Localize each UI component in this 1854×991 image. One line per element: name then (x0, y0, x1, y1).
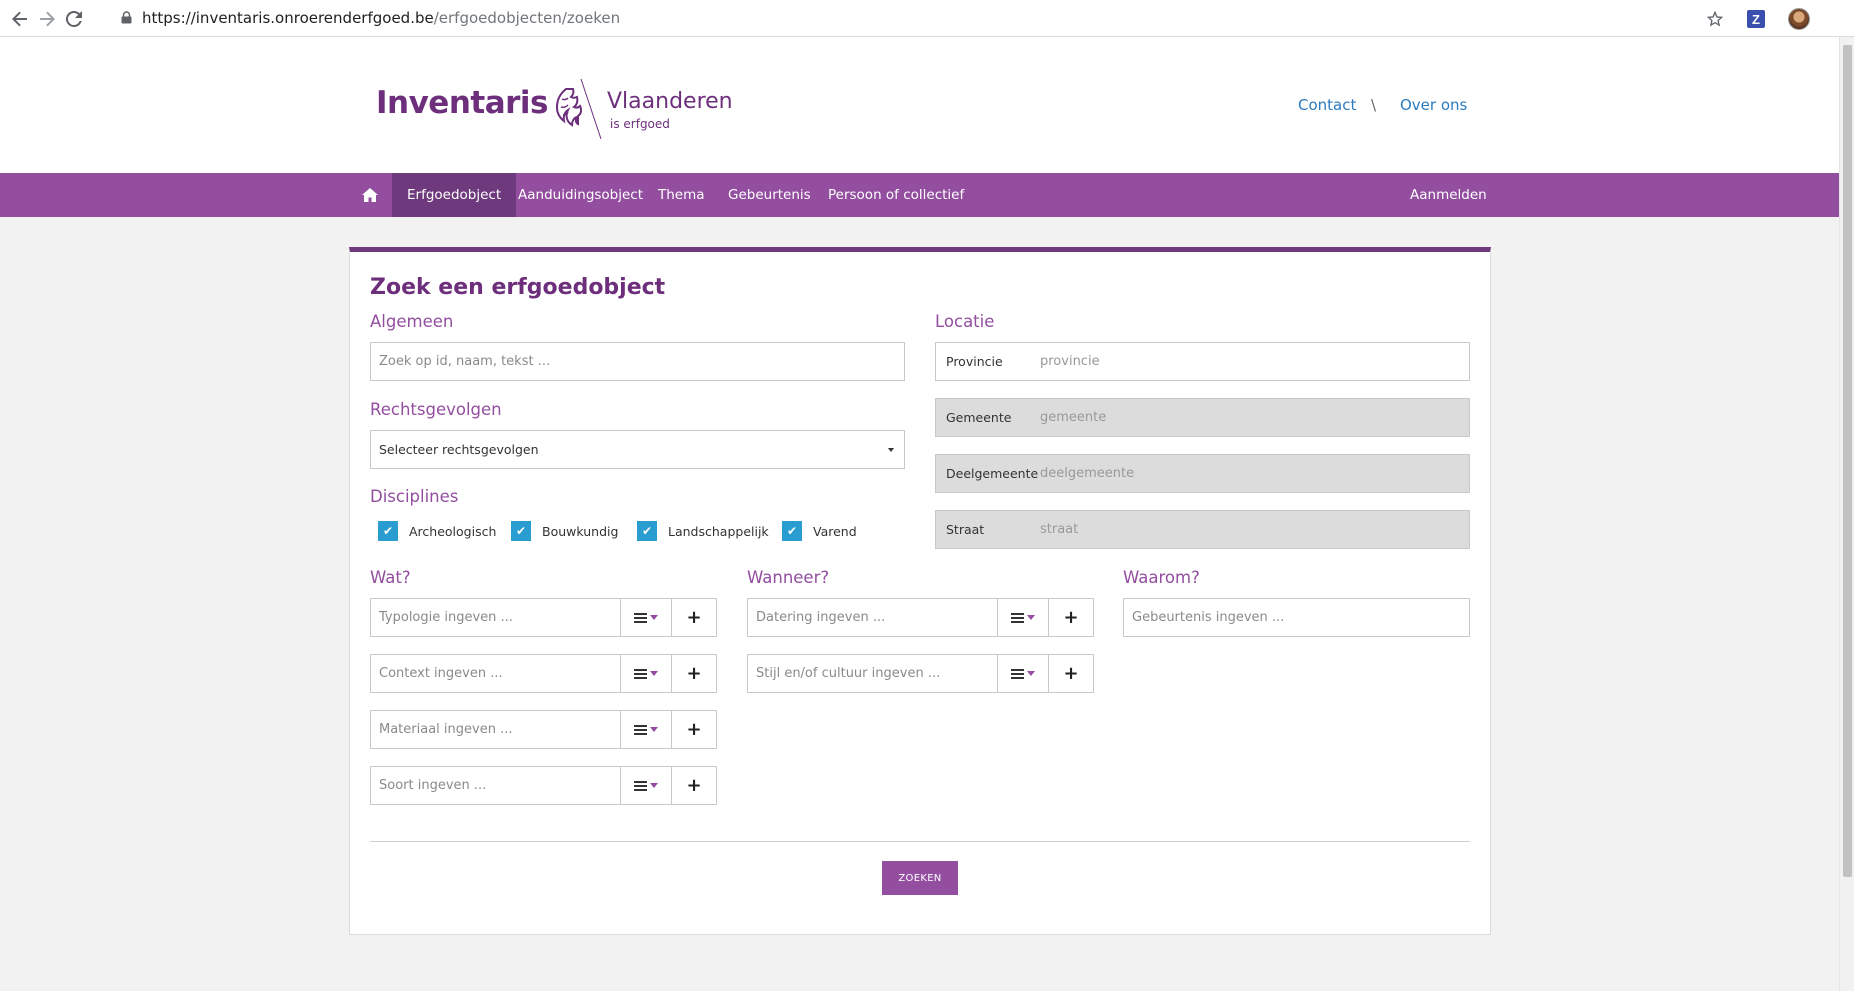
page-scrollbar[interactable] (1839, 37, 1854, 991)
caret-down-icon (650, 615, 658, 620)
checkbox-archeologisch[interactable]: ✔ Archeologisch (378, 521, 496, 541)
bookmark-star-icon[interactable] (1703, 7, 1727, 31)
straat-field: Straat straat (935, 510, 1470, 549)
nav-persoon-of-collectief[interactable]: Persoon of collectief (813, 173, 979, 217)
soort-input[interactable]: Soort ingeven ... (370, 766, 621, 805)
brand-name: Vlaanderen (607, 89, 733, 114)
rechtsgevolgen-selected-value: Selecteer rechtsgevolgen (379, 442, 539, 457)
wanneer-label: Wanneer? (747, 568, 830, 587)
rechtsgevolgen-select[interactable]: Selecteer rechtsgevolgen (370, 430, 905, 469)
stijl-input[interactable]: Stijl en/of cultuur ingeven ... (747, 654, 998, 693)
provincie-label: Provincie (946, 354, 1003, 369)
straat-label: Straat (946, 522, 985, 537)
caret-down-icon (1027, 671, 1035, 676)
link-separator: \ (1371, 96, 1377, 114)
checkbox-landschappelijk[interactable]: ✔ Landschappelijk (637, 521, 769, 541)
stijl-menu-button[interactable] (998, 654, 1049, 693)
lock-icon (121, 11, 132, 24)
nav-aanduidingsobject[interactable]: Aanduidingsobject (503, 173, 658, 217)
provincie-placeholder: provincie (1040, 354, 1100, 369)
back-icon[interactable] (8, 7, 32, 31)
scrollbar-thumb[interactable] (1843, 45, 1852, 877)
profile-avatar[interactable] (1787, 7, 1811, 31)
checkmark-icon: ✔ (637, 521, 657, 541)
checkbox-bouwkundig[interactable]: ✔ Bouwkundig (511, 521, 618, 541)
caret-down-icon (650, 671, 658, 676)
provincie-field[interactable]: Provincie provincie (935, 342, 1470, 381)
gemeente-field: Gemeente gemeente (935, 398, 1470, 437)
context-add-button[interactable]: + (672, 654, 717, 693)
locatie-label: Locatie (935, 312, 995, 331)
caret-down-icon (650, 727, 658, 732)
vlaanderen-lion-logo-icon (555, 78, 602, 140)
list-icon (634, 780, 647, 791)
materiaal-add-button[interactable]: + (672, 710, 717, 749)
gebeurtenis-input[interactable]: Gebeurtenis ingeven ... (1123, 598, 1470, 637)
straat-placeholder: straat (1040, 522, 1079, 537)
wat-label: Wat? (370, 568, 411, 587)
main-navigation: Erfgoedobject Aanduidingsobject Thema Ge… (0, 173, 1839, 217)
browser-toolbar: https://inventaris.onroerenderfgoed.be/e… (0, 0, 1854, 37)
deelgemeente-field: Deelgemeente deelgemeente (935, 454, 1470, 493)
materiaal-menu-button[interactable] (621, 710, 672, 749)
nav-erfgoedobject[interactable]: Erfgoedobject (392, 173, 517, 217)
stijl-add-button[interactable]: + (1049, 654, 1094, 693)
login-link[interactable]: Aanmelden (1395, 173, 1502, 217)
checkmark-icon: ✔ (782, 521, 802, 541)
rechtsgevolgen-label: Rechtsgevolgen (370, 400, 502, 419)
zoeken-button[interactable]: ZOEKEN (882, 861, 958, 895)
datering-menu-button[interactable] (998, 598, 1049, 637)
list-icon (634, 612, 647, 623)
caret-down-icon (1027, 615, 1035, 620)
checkbox-label: Bouwkundig (542, 523, 619, 539)
waarom-label: Waarom? (1123, 568, 1200, 587)
typologie-input[interactable]: Typologie ingeven ... (370, 598, 621, 637)
reload-icon[interactable] (62, 7, 86, 31)
checkbox-varend[interactable]: ✔ Varend (782, 521, 857, 541)
list-icon (634, 724, 647, 735)
materiaal-input[interactable]: Materiaal ingeven ... (370, 710, 621, 749)
url-path: /erfgoedobjecten/zoeken (433, 9, 621, 27)
nav-thema[interactable]: Thema (643, 173, 720, 217)
datering-add-button[interactable]: + (1049, 598, 1094, 637)
checkbox-label: Landschappelijk (668, 523, 769, 539)
soort-menu-button[interactable] (621, 766, 672, 805)
typologie-add-button[interactable]: + (672, 598, 717, 637)
general-search-input[interactable]: Zoek op id, naam, tekst ... (370, 342, 905, 381)
soort-add-button[interactable]: + (672, 766, 717, 805)
caret-down-icon (650, 783, 658, 788)
checkmark-icon: ✔ (511, 521, 531, 541)
list-icon (1011, 612, 1024, 623)
form-divider (370, 841, 1470, 842)
home-icon[interactable] (362, 187, 378, 203)
gemeente-label: Gemeente (946, 410, 1012, 425)
typologie-menu-button[interactable] (621, 598, 672, 637)
address-bar[interactable]: https://inventaris.onroerenderfgoed.be/e… (142, 9, 620, 27)
list-icon (1011, 668, 1024, 679)
forward-icon[interactable] (35, 7, 59, 31)
site-header: Inventaris Vlaanderen is erfgoed Contact… (0, 37, 1839, 173)
list-icon (634, 668, 647, 679)
deelgemeente-placeholder: deelgemeente (1040, 466, 1135, 481)
site-title[interactable]: Inventaris (376, 85, 549, 121)
nav-gebeurtenis[interactable]: Gebeurtenis (713, 173, 826, 217)
over-ons-link[interactable]: Over ons (1400, 96, 1467, 114)
dropdown-caret-icon (888, 448, 894, 452)
datering-input[interactable]: Datering ingeven ... (747, 598, 998, 637)
context-menu-button[interactable] (621, 654, 672, 693)
brand-tagline: is erfgoed (610, 117, 670, 131)
page-title: Zoek een erfgoedobject (370, 275, 666, 300)
checkbox-label: Archeologisch (409, 523, 497, 539)
disciplines-label: Disciplines (370, 487, 459, 506)
extension-z-icon[interactable]: Z (1744, 7, 1768, 31)
context-input[interactable]: Context ingeven ... (370, 654, 621, 693)
checkbox-label: Varend (813, 523, 857, 539)
contact-link[interactable]: Contact (1298, 96, 1356, 114)
algemeen-label: Algemeen (370, 312, 454, 331)
deelgemeente-label: Deelgemeente (946, 466, 1039, 481)
checkmark-icon: ✔ (378, 521, 398, 541)
url-host: https://inventaris.onroerenderfgoed.be (142, 9, 434, 27)
gemeente-placeholder: gemeente (1040, 410, 1107, 425)
